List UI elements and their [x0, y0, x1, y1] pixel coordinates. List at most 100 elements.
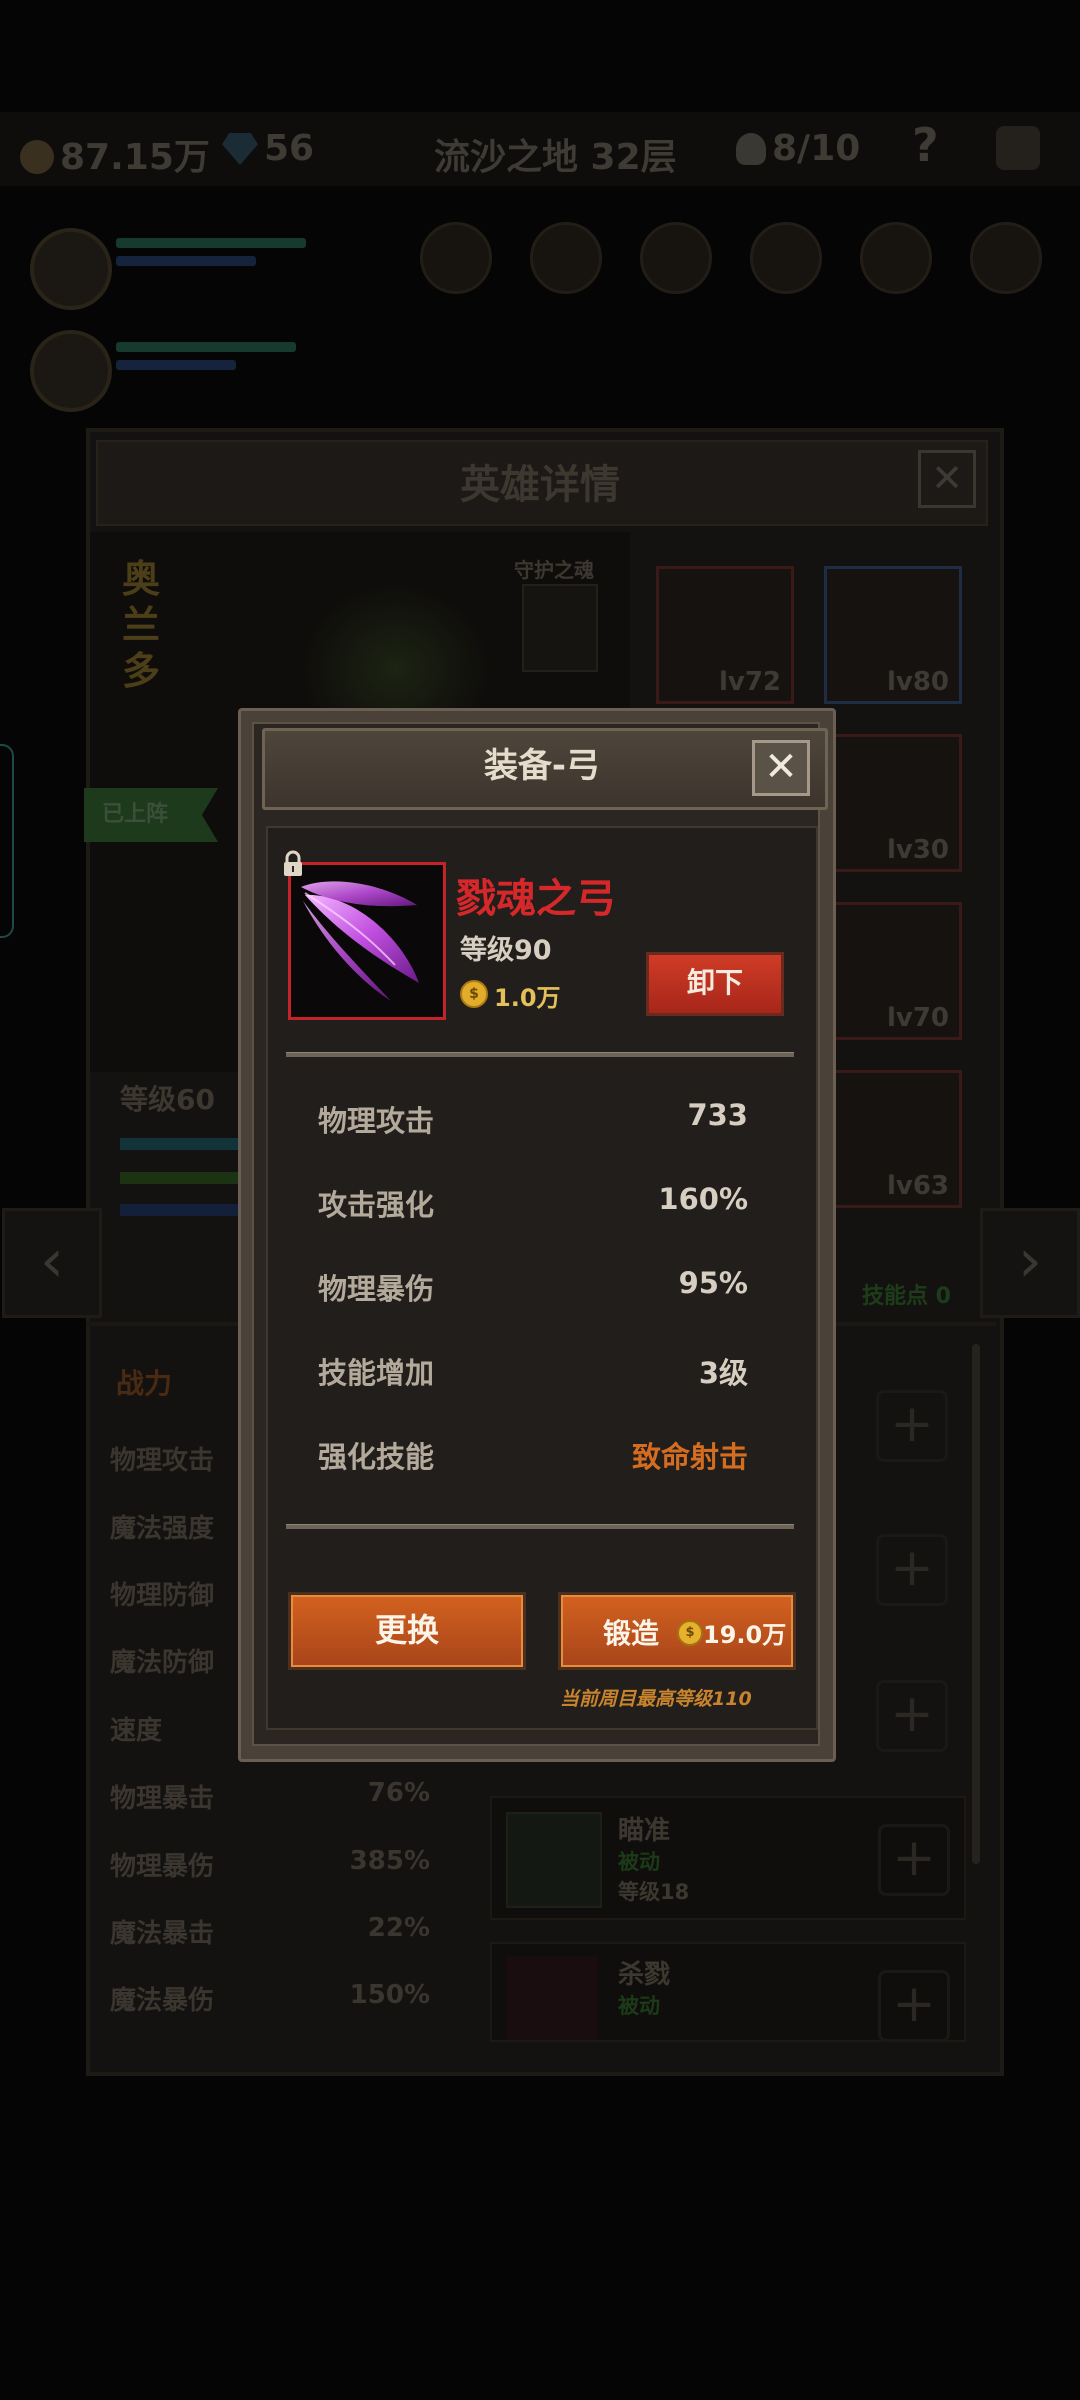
equipment-slot-armor[interactable]: lv30 — [824, 734, 962, 872]
stats-divider-bottom — [286, 1524, 794, 1529]
skill-upgrade-button[interactable]: + — [876, 1680, 948, 1752]
bow-item-icon[interactable] — [288, 862, 446, 1020]
slot-level: lv80 — [886, 667, 949, 697]
hero-hp-bar-detail — [120, 1172, 240, 1184]
item-sell-price: 1.0万 — [494, 984, 561, 1012]
top-status-bar: 87.15万 56 流沙之地 32层 8/10 ? — [0, 112, 1080, 186]
hero-portrait[interactable] — [30, 228, 112, 310]
gem-value: 56 — [264, 128, 315, 169]
equipment-slot-helmet[interactable]: lv72 — [656, 566, 794, 704]
hero-mp-bar-detail — [120, 1204, 240, 1216]
kill-value: 8/10 — [772, 128, 861, 169]
forge-cost: 19.0万 — [703, 1621, 787, 1649]
replace-button[interactable]: 更换 — [288, 1592, 526, 1670]
item-name: 戮魂之弓 — [456, 876, 616, 922]
skill-name: 瞄准 — [618, 1816, 671, 1846]
stat-row: 魔法暴伤 150% — [110, 1980, 430, 2016]
skill-type: 被动 — [618, 1994, 660, 2018]
slot-level: lv30 — [886, 835, 949, 865]
gold-value: 87.15万 — [60, 137, 210, 178]
lock-icon[interactable] — [282, 850, 304, 878]
side-drawer-tab[interactable] — [0, 744, 14, 938]
stat-value: 733 — [687, 1098, 748, 1132]
item-level: 等级90 — [460, 935, 552, 966]
skull-icon — [736, 133, 766, 165]
enhanced-skill-value: 致命射击 — [631, 1440, 748, 1474]
skill-upgrade-button[interactable]: + — [878, 1824, 950, 1896]
gold-coin-icon: $ — [677, 1620, 703, 1646]
stat-row: 物理暴伤 385% — [110, 1846, 430, 1882]
skill-name: 杀戮 — [618, 1960, 671, 1990]
hero-name: 奥兰多 — [122, 557, 161, 693]
hero-mp-bar — [116, 360, 236, 370]
skill-card[interactable]: 杀戮 被动 + — [490, 1942, 966, 2042]
equipment-modal-title: 装备-弓 — [483, 746, 601, 786]
bow-item-art — [301, 881, 419, 1001]
stats-divider-top — [286, 1052, 794, 1057]
aim-skill-icon — [506, 1812, 602, 1908]
stat-label: 攻击强化 — [318, 1188, 435, 1222]
stat-label: 强化技能 — [318, 1440, 435, 1474]
slot-level: lv72 — [718, 667, 781, 697]
team-slot-icon[interactable] — [750, 222, 822, 294]
help-button[interactable]: ? — [912, 118, 939, 172]
hero-detail-close-button[interactable]: ✕ — [918, 450, 976, 508]
forge-label: 锻造 — [603, 1617, 660, 1650]
team-slot-icon[interactable] — [640, 222, 712, 294]
stat-value: 95% — [678, 1266, 748, 1300]
equipment-slot-amulet[interactable]: lv80 — [824, 566, 962, 704]
hero-hp-bar — [116, 342, 296, 352]
skill-type: 被动 — [618, 1850, 660, 1874]
stat-label: 技能增加 — [318, 1356, 435, 1390]
item-stat-row: 强化技能 致命射击 — [318, 1434, 748, 1474]
hero-portrait[interactable] — [30, 330, 112, 412]
skill-upgrade-button[interactable]: + — [878, 1970, 950, 2042]
stat-row: 物理暴击 76% — [110, 1778, 430, 1814]
stat-value: 160% — [658, 1182, 748, 1216]
guardian-soul-label: 守护之魂 — [514, 558, 594, 582]
stat-row: 魔法暴击 22% — [110, 1913, 430, 1949]
stage-name: 流沙之地 32层 — [434, 137, 677, 178]
unequip-button[interactable]: 卸下 — [646, 952, 784, 1016]
slot-level: lv63 — [886, 1171, 949, 1201]
hero-hp-bar — [116, 238, 306, 248]
skill-upgrade-button[interactable]: + — [876, 1390, 948, 1462]
hero-level: 等级60 — [120, 1083, 215, 1116]
kill-skill-icon — [506, 1956, 598, 2040]
equipment-slot-offhand[interactable]: lv63 — [824, 1070, 962, 1208]
team-slot-icon[interactable] — [530, 222, 602, 294]
stat-value: 3级 — [698, 1356, 748, 1390]
close-button[interactable]: ✕ — [752, 740, 810, 796]
gold-coin-icon — [20, 140, 54, 174]
item-stat-row: 物理攻击 733 — [318, 1098, 748, 1138]
stat-label: 物理暴伤 — [318, 1272, 435, 1306]
item-stat-row: 攻击强化 160% — [318, 1182, 748, 1222]
gem-counter: 56 — [222, 128, 314, 169]
kill-counter: 8/10 — [736, 128, 860, 169]
stat-label: 物理攻击 — [318, 1104, 435, 1138]
equipment-slot-ring[interactable]: lv70 — [824, 902, 962, 1040]
prev-hero-button[interactable]: ‹ — [2, 1208, 102, 1318]
forge-button[interactable]: 锻造 $ 19.0万 — [558, 1592, 796, 1670]
gold-counter: 87.15万 — [20, 128, 210, 180]
tab-combat-power[interactable]: 战力 — [116, 1362, 172, 1402]
skill-points: 技能点 0 — [862, 1284, 951, 1309]
hero-exp-bar — [120, 1138, 240, 1150]
skill-upgrade-button[interactable]: + — [876, 1534, 948, 1606]
item-stat-row: 技能增加 3级 — [318, 1350, 748, 1390]
slot-level: lv70 — [886, 1003, 949, 1033]
team-slot-icon[interactable] — [420, 222, 492, 294]
team-slot-icon[interactable] — [970, 222, 1042, 294]
guardian-soul-icon[interactable] — [522, 584, 598, 672]
hero-mp-bar — [116, 256, 256, 266]
next-hero-button[interactable]: › — [980, 1208, 1080, 1318]
max-level-note: 当前周目最高等级110 — [560, 1688, 752, 1710]
hero-detail-title: 英雄详情 — [460, 462, 620, 508]
item-stat-row: 物理暴伤 95% — [318, 1266, 748, 1306]
diamond-icon — [222, 133, 258, 165]
skills-scrollbar[interactable] — [972, 1344, 980, 1864]
skill-card[interactable]: 瞄准 被动 等级18 + — [490, 1796, 966, 1920]
settings-icon[interactable] — [996, 126, 1040, 170]
deployed-badge: 已上阵 — [84, 788, 218, 842]
team-slot-icon[interactable] — [860, 222, 932, 294]
